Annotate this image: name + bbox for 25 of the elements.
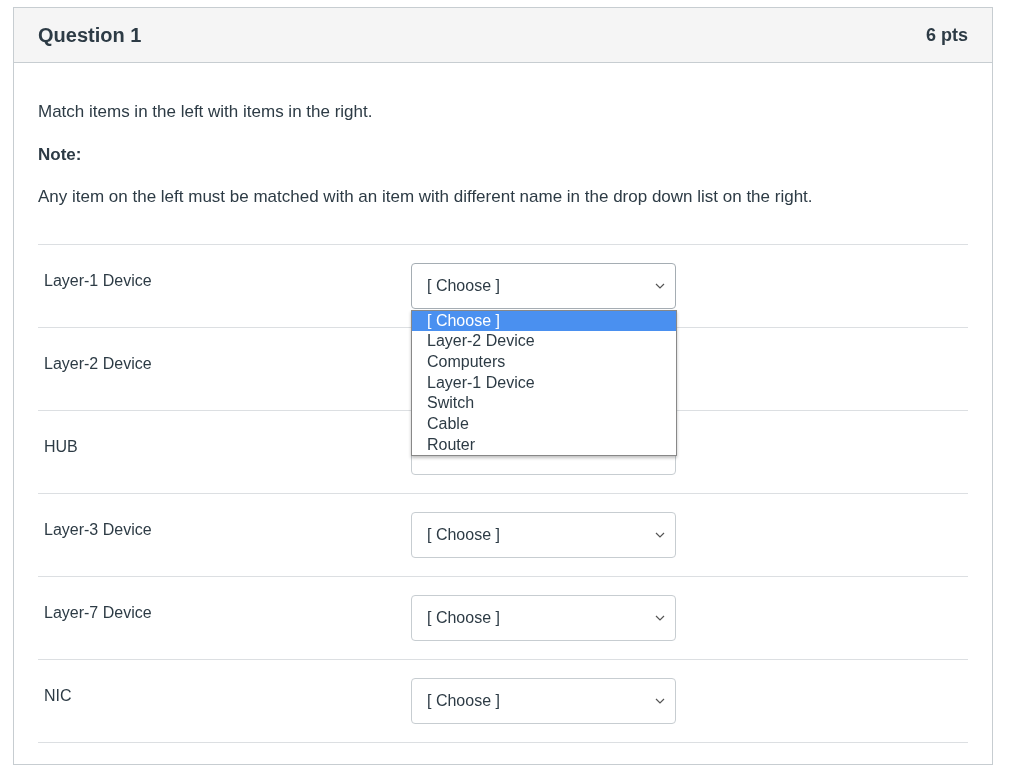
points-label: 6 pts [926, 23, 968, 47]
dropdown-option[interactable]: Switch [412, 393, 676, 414]
dropdown-option[interactable]: Computers [412, 351, 676, 373]
item-label: HUB [44, 437, 78, 455]
caret-icon [655, 614, 665, 621]
choice-dropdown[interactable]: [ Choose ] [411, 262, 676, 309]
question-title: Question 1 [38, 23, 142, 47]
caret-icon [655, 531, 665, 538]
caret-icon [655, 282, 665, 289]
item-label: Layer-7 Device [44, 603, 152, 621]
instruction-text: Any item on the left must be matched with an item with different name in the drop down list on the right. [38, 186, 814, 208]
dropdown-option[interactable]: Cable [412, 414, 676, 435]
note-label: Note: [38, 143, 83, 166]
item-label: Layer-1 Device [44, 271, 152, 289]
choice-dropdown[interactable]: [ Choose ] [411, 677, 676, 724]
dropdown-option[interactable]: Layer-2 Device [412, 331, 676, 352]
instruction-text: Match items in the left with items in the right. [38, 101, 374, 123]
item-label: Layer-3 Device [44, 520, 152, 538]
dropdown-option[interactable]: Layer-1 Device [412, 372, 676, 394]
caret-icon [655, 697, 665, 704]
choice-dropdown[interactable]: [ Choose ] [411, 594, 676, 641]
choice-dropdown[interactable]: [ Choose ] [411, 511, 676, 558]
dropdown-option[interactable]: Router [412, 434, 676, 456]
item-label: NIC [44, 686, 72, 704]
item-label: Layer-2 Device [44, 354, 152, 372]
